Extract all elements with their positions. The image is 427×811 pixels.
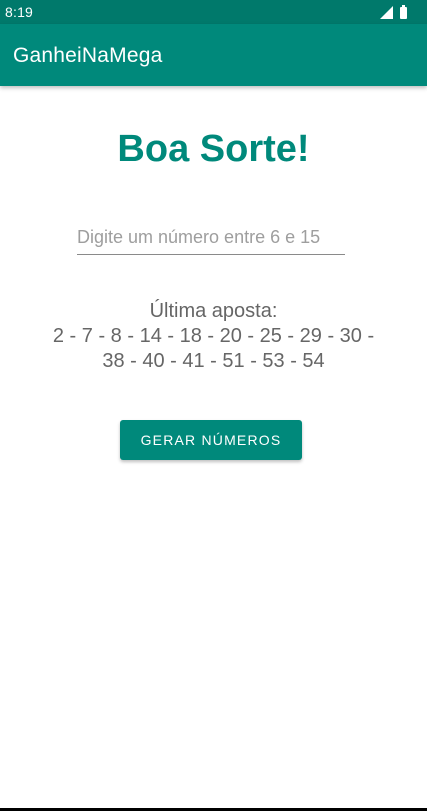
signal-icon xyxy=(380,6,393,19)
number-input[interactable] xyxy=(77,222,345,252)
status-time: 8:19 xyxy=(5,4,34,20)
app-bar: GanheiNaMega xyxy=(0,24,427,86)
last-bet-label: Última aposta: xyxy=(149,300,278,322)
status-bar: 8:19 xyxy=(0,0,427,24)
page-headline: Boa Sorte! xyxy=(117,128,310,170)
battery-icon xyxy=(400,5,407,19)
app-title: GanheiNaMega xyxy=(13,44,163,67)
number-field[interactable] xyxy=(77,222,345,255)
last-bet: Última aposta: 2 - 7 - 8 - 14 - 18 - 20 … xyxy=(0,299,427,374)
generate-numbers-button[interactable]: GERAR NÚMEROS xyxy=(120,420,302,460)
status-icons xyxy=(380,5,407,19)
app-screen: 8:19 GanheiNaMega Boa Sorte! Última apos… xyxy=(0,0,427,811)
last-bet-numbers-line-2: 38 - 40 - 41 - 51 - 53 - 54 xyxy=(102,350,325,372)
last-bet-numbers-line-1: 2 - 7 - 8 - 14 - 18 - 20 - 25 - 29 - 30 … xyxy=(52,325,375,347)
